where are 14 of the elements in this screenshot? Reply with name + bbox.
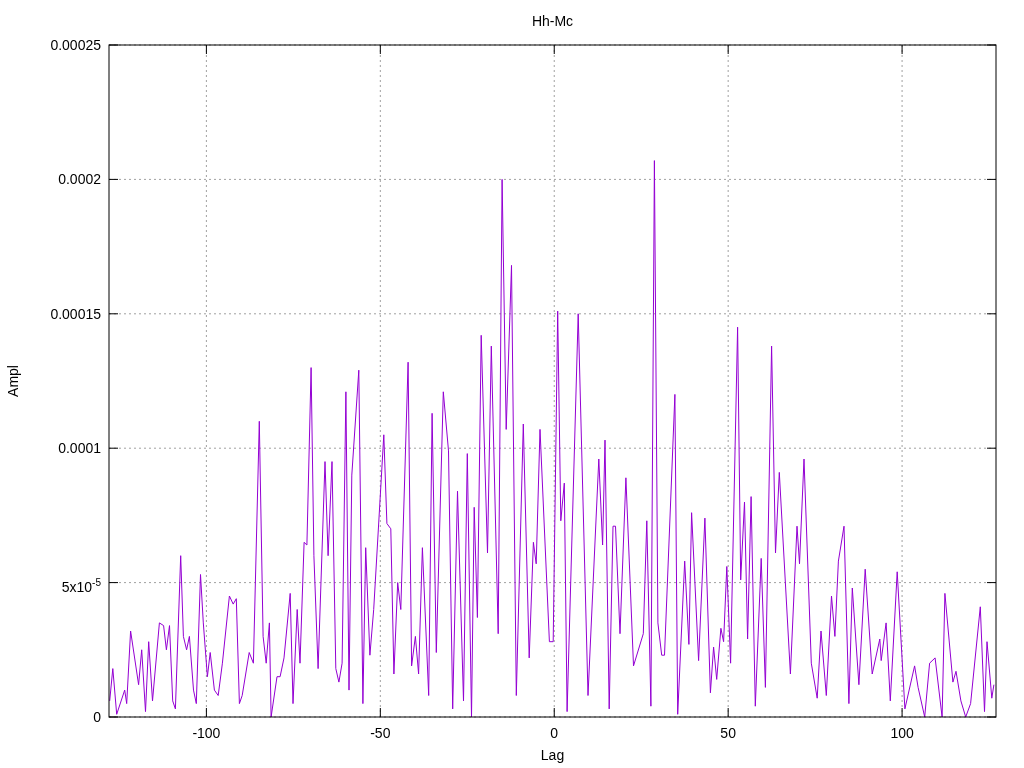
y-tick-label: 0.0001: [58, 439, 101, 458]
y-tick-label: 0.00025: [50, 36, 101, 54]
x-tick-label: 50: [720, 725, 736, 741]
chart-title: Hh-Mc: [531, 13, 574, 29]
y-tick-label: 0: [93, 708, 101, 726]
x-axis-label: Lag: [540, 747, 565, 763]
y-tick-label: 0.0002: [58, 170, 101, 189]
x-tick-label: 0: [550, 725, 559, 741]
y-tick-label: 0.00015: [50, 304, 101, 323]
x-tick-label: -100: [192, 725, 221, 741]
x-tick-label: 100: [890, 725, 914, 741]
y-tick-label: 5x10$^{-5}$: [61, 575, 101, 596]
y-axis-label: Ampl: [5, 365, 21, 397]
x-tick-label: -50: [370, 725, 391, 741]
